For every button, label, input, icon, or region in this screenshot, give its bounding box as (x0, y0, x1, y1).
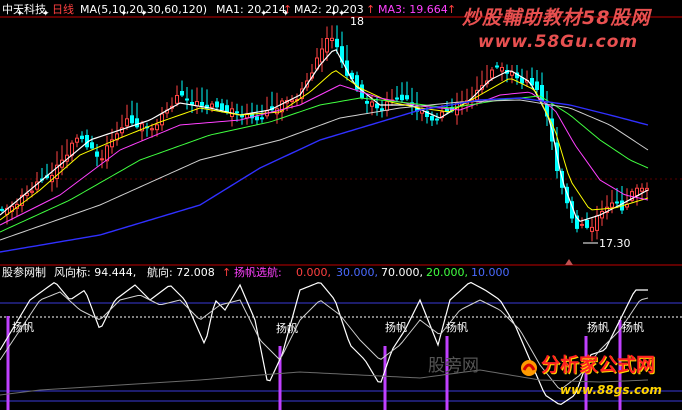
candle-body (130, 115, 134, 124)
sail-value-4: 20.000, (426, 266, 468, 279)
candle-body (495, 65, 499, 68)
ma2-arrow: ↑ (366, 3, 376, 16)
ma3-value: MA3: 19.664 (378, 3, 448, 16)
candle-body (375, 103, 379, 109)
sail-label: 扬帆选航: (234, 266, 282, 279)
ma-spec: MA(5,10,20,30,60,120) (80, 3, 208, 16)
candle-body (595, 215, 599, 231)
ma1-arrow: ↑ (283, 3, 293, 16)
candle-body (500, 67, 504, 72)
candle-body (640, 187, 644, 192)
candle-body (95, 151, 99, 157)
wind-indicator-value: 风向标: 94.444, (54, 266, 137, 279)
candle-body (90, 142, 94, 149)
candle-body (435, 118, 439, 121)
candle-body (635, 187, 639, 197)
candle-body (200, 102, 204, 106)
candle-body (330, 37, 334, 41)
candle-body (405, 95, 409, 100)
candle-body (325, 38, 329, 53)
candle-body (160, 113, 164, 126)
candle-body (520, 77, 524, 84)
stock-name: 中天科技 (2, 3, 46, 16)
candle-body (365, 101, 369, 104)
sail-value-2: 30.000, (336, 266, 378, 279)
ma2-value: MA2: 20.203 (294, 3, 364, 16)
candle-body (615, 201, 619, 204)
candle-body (150, 128, 154, 131)
candle-body (400, 94, 404, 101)
candle-body (380, 108, 384, 111)
candle-body (30, 190, 34, 193)
watermark-faint-text: 股旁网 (428, 356, 479, 376)
signal-label: 扬帆 (622, 321, 644, 334)
signal-label: 扬帆 (446, 321, 468, 334)
candle-body (220, 103, 224, 111)
candle-body (100, 158, 104, 161)
low-price-label: 17.30 (599, 237, 631, 250)
candle-body (135, 118, 139, 128)
candle-body (490, 69, 494, 79)
signal-label: 扬帆 (385, 321, 407, 334)
candle-body (320, 48, 324, 63)
candle-body (180, 91, 184, 96)
candle-body (370, 101, 374, 107)
ma3-arrow: ↑ (447, 3, 457, 16)
candle-body (0, 208, 4, 211)
signal-label: 扬帆 (276, 322, 298, 335)
sail-value-3: 70.000, (381, 266, 423, 279)
stock-chart-window: ✦ ✦ ✦ ✦ ✦ ✦ ✦ ✦ 中天科技 日线 MA(5,10,20,30,60,120) M… (0, 0, 682, 410)
indicator-name[interactable]: 股参网制 (2, 267, 46, 278)
brand-logo-icon (519, 358, 539, 378)
candle-body (580, 223, 584, 226)
watermark-58gu-url: www.58Gu.com (478, 32, 639, 52)
candle-body (75, 137, 79, 143)
candle-body (535, 81, 539, 90)
candle-body (155, 124, 159, 131)
candle-body (385, 101, 389, 111)
candle-body (175, 95, 179, 104)
candle-body (235, 111, 239, 114)
ma1-value: MA1: 20.214 (216, 3, 286, 16)
candle-body (610, 202, 614, 208)
candle-body (215, 101, 219, 108)
watermark-58gu-title: 炒股輔助教材58股网 (462, 7, 651, 29)
candle-body (125, 118, 129, 127)
candle-body (540, 85, 544, 102)
period-marker-icon (565, 259, 573, 265)
signal-label: 扬帆 (12, 321, 34, 334)
candle-body (585, 219, 589, 228)
sail-value-1: 0.000, (296, 266, 331, 279)
heading-arrow: ↑ (222, 266, 232, 279)
candle-body (335, 38, 339, 48)
candle-body (185, 98, 189, 101)
candle-body (210, 103, 214, 108)
candle-body (290, 99, 294, 102)
sail-value-5: 10.000 (471, 266, 510, 279)
candle-body (260, 117, 264, 120)
candle-body (590, 226, 594, 232)
candle-body (255, 116, 259, 121)
candle-body (395, 97, 399, 100)
high-price-label: 18 (350, 15, 364, 28)
chart-canvas[interactable]: ✦ ✦ ✦ ✦ ✦ ✦ ✦ ✦ (0, 0, 682, 410)
heading-value: 航向: 72.008 (147, 266, 215, 279)
watermark-brand: 分析家公式网 (541, 354, 656, 376)
signal-label: 扬帆 (587, 321, 609, 334)
candle-body (430, 116, 434, 121)
period-label[interactable]: 日线 (52, 4, 74, 15)
watermark-brand-url: www.88gs.com (560, 383, 662, 397)
candle-body (190, 102, 194, 105)
candle-body (80, 135, 84, 139)
